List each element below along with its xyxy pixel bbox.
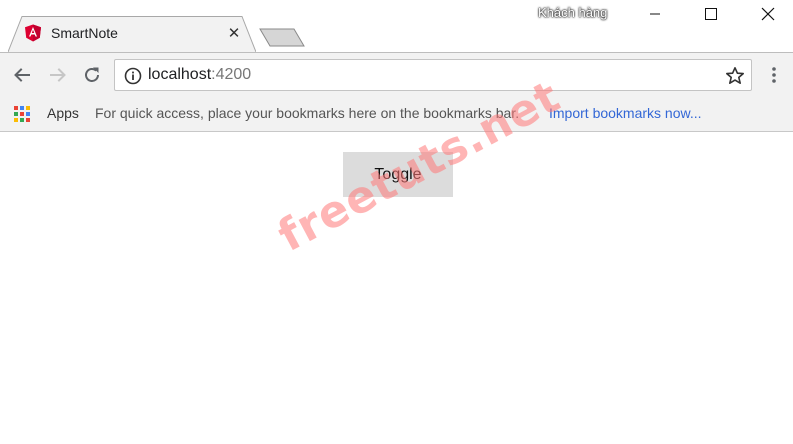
profile-name[interactable]: Khách hàng bbox=[538, 5, 607, 20]
back-arrow-icon bbox=[14, 68, 30, 82]
info-icon[interactable] bbox=[124, 67, 142, 85]
new-tab-button[interactable] bbox=[258, 24, 306, 48]
close-window-button[interactable] bbox=[745, 0, 791, 28]
close-icon[interactable]: ✕ bbox=[226, 25, 242, 41]
toggle-button[interactable]: Toggle bbox=[343, 152, 453, 197]
close-window-icon bbox=[761, 7, 775, 21]
maximize-button[interactable] bbox=[688, 0, 734, 28]
more-vert-icon bbox=[772, 67, 776, 83]
import-bookmarks-link[interactable]: Import bookmarks now... bbox=[549, 105, 702, 121]
minimize-button[interactable] bbox=[632, 0, 678, 28]
star-icon[interactable] bbox=[725, 66, 745, 86]
bookmarks-hint: For quick access, place your bookmarks h… bbox=[95, 105, 520, 121]
angular-logo-icon bbox=[25, 24, 41, 42]
url-text[interactable]: localhost:4200 bbox=[148, 66, 251, 84]
tab-smartnote[interactable] bbox=[8, 16, 256, 52]
tab-title: SmartNote bbox=[51, 25, 118, 41]
page-content: Toggle bbox=[0, 132, 793, 444]
forward-button[interactable] bbox=[46, 63, 70, 87]
minimize-icon bbox=[650, 13, 660, 15]
title-bar: SmartNote ✕ Khách hàng bbox=[0, 0, 793, 52]
apps-grid-icon[interactable] bbox=[13, 105, 31, 123]
url-port: :4200 bbox=[211, 66, 252, 83]
bookmarks-bar: Apps For quick access, place your bookma… bbox=[0, 96, 793, 132]
reload-button[interactable] bbox=[80, 63, 104, 87]
browser-menu-button[interactable] bbox=[764, 63, 784, 87]
url-host: localhost bbox=[148, 66, 212, 83]
browser-toolbar: localhost:4200 bbox=[0, 52, 793, 96]
maximize-icon bbox=[705, 8, 717, 20]
back-button[interactable] bbox=[10, 63, 34, 87]
forward-arrow-icon bbox=[50, 68, 66, 82]
reload-icon bbox=[85, 67, 99, 82]
apps-shortcut[interactable]: Apps bbox=[47, 105, 79, 121]
address-bar[interactable]: localhost:4200 bbox=[114, 59, 752, 91]
